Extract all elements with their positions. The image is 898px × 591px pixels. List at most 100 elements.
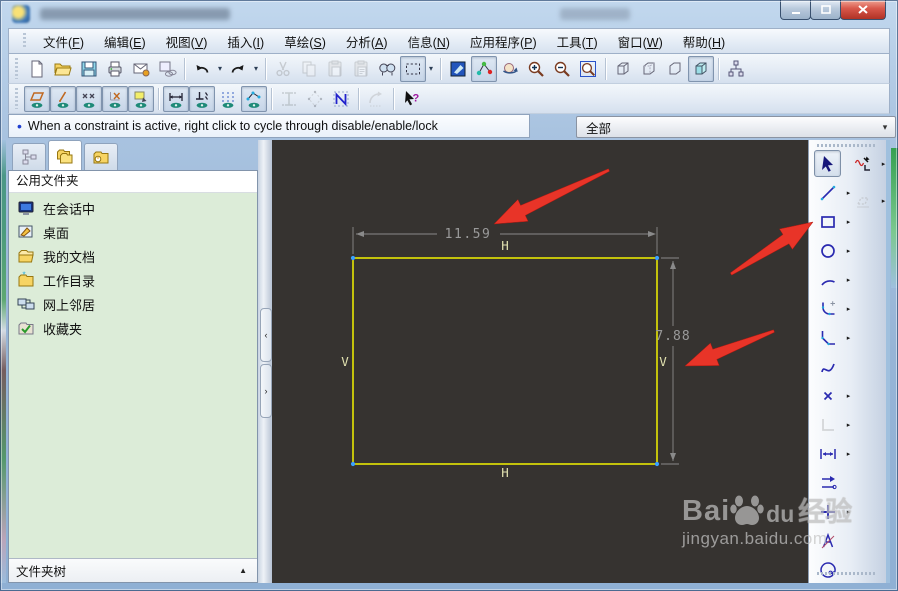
disp-shade-loops-button[interactable] <box>128 86 154 112</box>
disp-shaded-button[interactable] <box>688 56 714 82</box>
maximize-button[interactable] <box>810 0 841 20</box>
menu-item-sketch[interactable]: 草绘(S) <box>275 29 335 54</box>
model-copy-button[interactable] <box>154 56 180 82</box>
print-button[interactable] <box>102 56 128 82</box>
filter-combobox[interactable]: 全部 ▾ <box>576 116 896 138</box>
toolbar-grip-bottom[interactable] <box>817 572 875 575</box>
zoom-fit-button[interactable] <box>575 56 601 82</box>
palette-tool[interactable] <box>814 556 841 583</box>
disp-points-button[interactable] <box>76 86 102 112</box>
modify-tool[interactable] <box>814 469 841 496</box>
folder-browser-tab[interactable] <box>48 140 82 170</box>
point-tool[interactable] <box>814 382 841 409</box>
select-box-dropdown-caret[interactable]: ▾ <box>426 57 436 81</box>
circle-tool-flyout-arrow[interactable]: ▸ <box>844 247 853 255</box>
save-button[interactable] <box>76 56 102 82</box>
disp-vertices-button[interactable] <box>241 86 267 112</box>
select-tool[interactable] <box>814 150 841 177</box>
zoom-out-button[interactable] <box>549 56 575 82</box>
new-file-button[interactable] <box>24 56 50 82</box>
orient-3d-button[interactable] <box>497 56 523 82</box>
select-box-button[interactable] <box>400 56 426 82</box>
disp-grid-button[interactable] <box>215 86 241 112</box>
close-button[interactable] <box>840 0 886 20</box>
redo-dropdown-caret[interactable]: ▾ <box>251 57 261 81</box>
csys-tool-flyout-arrow[interactable]: ▸ <box>844 421 853 429</box>
undo-button[interactable] <box>189 56 215 82</box>
collapse-up-icon[interactable]: ▲ <box>239 566 257 575</box>
offset-tool-flyout-arrow[interactable]: ▸ <box>879 197 888 205</box>
menu-item-analysis[interactable]: 分析(A) <box>337 29 397 54</box>
splitter-collapse-handle[interactable]: ‹ <box>260 308 272 362</box>
send-mail-button[interactable] <box>128 56 154 82</box>
context-help-button[interactable]: ? <box>398 86 424 112</box>
disp-nohidden-button[interactable] <box>662 56 688 82</box>
message-bullet-icon: • <box>17 119 22 133</box>
circle-tool[interactable] <box>814 237 841 264</box>
splitter-expand-handle[interactable]: › <box>260 364 272 418</box>
folder-tree-bar[interactable]: 文件夹树 ▲ <box>9 558 257 582</box>
redo-button[interactable] <box>225 56 251 82</box>
disp-wireframe-icon <box>613 59 633 79</box>
constraint-plus-tool-flyout-arrow[interactable]: ▸ <box>844 508 853 516</box>
spin-center-button[interactable] <box>471 56 497 82</box>
arc-tool[interactable] <box>814 266 841 293</box>
spline-tool[interactable] <box>814 353 841 380</box>
disp-constraints-button[interactable] <box>189 86 215 112</box>
menu-item-edit[interactable]: 编辑(E) <box>95 29 155 54</box>
use-edge-tool[interactable] <box>849 150 876 177</box>
disp-hiddenline-button[interactable] <box>636 56 662 82</box>
use-edge-tool-flyout-arrow[interactable]: ▸ <box>879 160 888 168</box>
sketch-canvas[interactable]: 11.597.88HHVV <box>272 140 808 583</box>
favorites-tab[interactable]: * <box>84 143 118 170</box>
chamfer-tool[interactable] <box>814 324 841 351</box>
repaint-button[interactable] <box>445 56 471 82</box>
menu-item-tools[interactable]: 工具(T) <box>548 29 607 54</box>
toolbar-display-grip[interactable] <box>15 88 18 108</box>
chamfer-tool-flyout-arrow[interactable]: ▸ <box>844 334 853 342</box>
fillet-tool[interactable] <box>814 295 841 322</box>
sidebar-item-desktop[interactable]: 桌面 <box>9 220 257 244</box>
sidebar-item-my-documents[interactable]: 我的文档 <box>9 244 257 268</box>
sidebar-item-in-session[interactable]: 在会话中 <box>9 196 257 220</box>
line-tool[interactable] <box>814 179 841 206</box>
menu-item-view[interactable]: 视图(V) <box>157 29 217 54</box>
dimension-tool[interactable] <box>814 440 841 467</box>
toolbar-grip[interactable] <box>817 144 875 147</box>
rect-tool[interactable] <box>814 208 841 235</box>
menu-item-window[interactable]: 窗口(W) <box>609 29 672 54</box>
disp-verts-button[interactable] <box>24 86 50 112</box>
text-tool[interactable] <box>814 527 841 554</box>
dimension-tool-flyout-arrow[interactable]: ▸ <box>844 450 853 458</box>
model-tree-button[interactable] <box>723 56 749 82</box>
disp-lines-button[interactable] <box>50 86 76 112</box>
menu-item-help[interactable]: 帮助(H) <box>674 29 734 54</box>
undo-dropdown-caret[interactable]: ▾ <box>215 57 225 81</box>
menu-item-applications[interactable]: 应用程序(P) <box>461 29 546 54</box>
disp-axes-button[interactable] <box>102 86 128 112</box>
fillet-tool-flyout-arrow[interactable]: ▸ <box>844 305 853 313</box>
constraint-plus-tool[interactable] <box>814 498 841 525</box>
point-tool-flyout-arrow[interactable]: ▸ <box>844 392 853 400</box>
disp-wireframe-button[interactable] <box>610 56 636 82</box>
sidebar-item-favorites[interactable]: 收藏夹 <box>9 316 257 340</box>
model-tree-tab[interactable] <box>12 143 46 170</box>
sec-clip-button[interactable] <box>328 86 354 112</box>
minimize-button[interactable] <box>780 0 811 20</box>
menu-item-info[interactable]: 信息(N) <box>399 29 459 54</box>
menubar-grip[interactable] <box>23 33 26 50</box>
arc-tool-flyout-arrow[interactable]: ▸ <box>844 276 853 284</box>
panel-splitter[interactable]: ‹ › <box>258 140 272 583</box>
open-file-button[interactable] <box>50 56 76 82</box>
zoom-in-button[interactable] <box>523 56 549 82</box>
sidebar-item-network-neighborhood[interactable]: 网上邻居 <box>9 292 257 316</box>
toolbar-standard-grip[interactable] <box>15 58 18 78</box>
titlebar[interactable] <box>0 0 898 28</box>
disp-dims-button[interactable] <box>163 86 189 112</box>
chevron-down-icon[interactable]: ▾ <box>875 122 895 133</box>
sidebar-item-working-directory[interactable]: *工作目录 <box>9 268 257 292</box>
find-button[interactable] <box>374 56 400 82</box>
menu-item-insert[interactable]: 插入(I) <box>218 29 273 54</box>
menu-item-file[interactable]: 文件(F) <box>34 29 93 54</box>
rect-tool-flyout-arrow[interactable]: ▸ <box>844 218 853 226</box>
